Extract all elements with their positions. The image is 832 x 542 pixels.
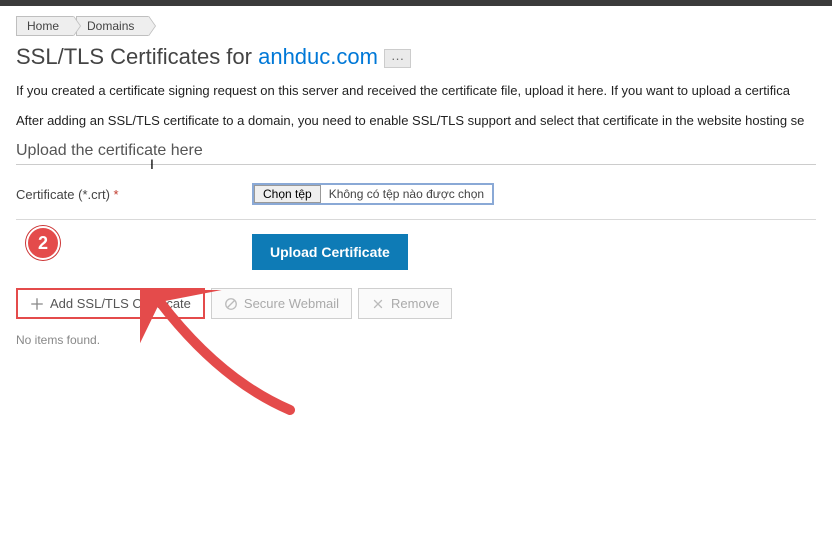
intro-paragraph-1: If you created a certificate signing req… — [16, 82, 816, 100]
toolbar: Add SSL/TLS Certificate Secure Webmail R… — [16, 288, 816, 319]
page-title: SSL/TLS Certificates for anhduc.com ··· — [16, 44, 816, 70]
certificate-field-row: Certificate (*.crt) * Chọn tệp Không có … — [16, 177, 816, 220]
page-title-domain: anhduc.com — [258, 44, 378, 69]
certificate-label-text: Certificate (*.crt) — [16, 187, 110, 202]
upload-certificate-button[interactable]: Upload Certificate — [252, 234, 408, 270]
text-cursor-icon: I — [150, 156, 154, 172]
add-ssl-label: Add SSL/TLS Certificate — [50, 296, 191, 311]
section-title-text: Upload the certificate here — [16, 142, 203, 159]
upload-row: 2 Upload Certificate — [16, 220, 816, 288]
file-input[interactable]: Chọn tệp Không có tệp nào được chọn — [252, 183, 494, 205]
x-icon — [371, 297, 385, 311]
ban-icon — [224, 297, 238, 311]
breadcrumb: Home Domains — [16, 16, 816, 36]
section-title: Upload the certificate here I — [16, 142, 816, 165]
intro-paragraph-2: After adding an SSL/TLS certificate to a… — [16, 112, 816, 130]
intro-text: If you created a certificate signing req… — [16, 82, 816, 130]
breadcrumb-domains[interactable]: Domains — [76, 16, 149, 36]
secure-webmail-button[interactable]: Secure Webmail — [211, 288, 352, 319]
required-mark: * — [114, 187, 119, 202]
breadcrumb-home[interactable]: Home — [16, 16, 74, 36]
certificate-label: Certificate (*.crt) * — [16, 187, 252, 202]
empty-message: No items found. — [16, 333, 816, 347]
page-title-prefix: SSL/TLS Certificates for — [16, 44, 258, 69]
choose-file-button[interactable]: Chọn tệp — [254, 185, 321, 203]
file-none-selected: Không có tệp nào được chọn — [321, 187, 492, 201]
plus-icon — [30, 297, 44, 311]
add-ssl-certificate-button[interactable]: Add SSL/TLS Certificate — [16, 288, 205, 319]
step-badge: 2 — [26, 226, 60, 260]
secure-webmail-label: Secure Webmail — [244, 296, 339, 311]
remove-button[interactable]: Remove — [358, 288, 452, 319]
more-button[interactable]: ··· — [384, 49, 411, 68]
remove-label: Remove — [391, 296, 439, 311]
